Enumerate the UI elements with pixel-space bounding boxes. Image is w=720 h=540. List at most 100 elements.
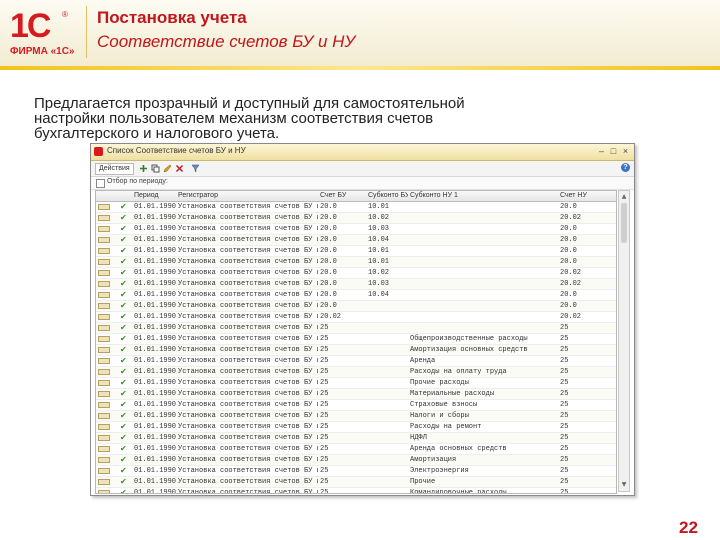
checkmark-icon: ✔ [120, 257, 127, 266]
column-header-account-bu[interactable]: Счет БУ [320, 191, 366, 201]
checkmark-icon: ✔ [120, 224, 127, 233]
cell-document: Установка соответствия счетов БУ и НУ [178, 379, 318, 387]
cell-subconto-nu: Командировочные расходы [410, 489, 507, 494]
cell-period: 01.01.1990 [134, 335, 176, 343]
cell-subconto-bu [368, 323, 408, 333]
cell-document: Установка соответствия счетов БУ и НУ [178, 434, 318, 442]
table-row[interactable]: ✔ 01.01.1990 Установка соответствия счетов… [96, 213, 616, 224]
cell-period: 01.01.1990 [134, 434, 176, 442]
cell-account-nu: 20.0 [560, 225, 577, 233]
table-row[interactable]: ✔ 01.01.1990 Установка соответствия счетов… [96, 301, 616, 312]
scroll-up-icon[interactable]: ▲ [620, 193, 628, 201]
cell-subconto-bu: 10.04 [368, 236, 390, 244]
cell-subconto-nu: Аренда [410, 357, 436, 365]
table-row[interactable]: ✔ 01.01.1990 Установка соответствия счетов… [96, 235, 616, 246]
cell-document: Установка соответствия счетов БУ и НУ [178, 390, 318, 398]
table-row[interactable]: ✔ 01.01.1990 Установка соответствия счетов… [96, 334, 616, 345]
table-row[interactable]: ✔ 01.01.1990 Установка соответствия счетов… [96, 411, 616, 422]
cell-account-nu: 25 [560, 489, 569, 494]
delete-icon[interactable] [175, 164, 184, 173]
cell-subconto-nu: Прочие расходы [410, 379, 469, 387]
table-row[interactable]: ✔ 01.01.1990 Установка соответствия счетов… [96, 444, 616, 455]
window-title: Список Соответствие счетов БУ и НУ [107, 146, 246, 155]
close-icon[interactable]: × [620, 146, 631, 157]
cell-subconto-nu [410, 279, 556, 289]
row-document-icon [98, 226, 110, 232]
table-row[interactable]: ✔ 01.01.1990 Установка соответствия счетов… [96, 268, 616, 279]
cell-subconto-bu [368, 367, 408, 377]
table-row[interactable]: ✔ 01.01.1990 Установка соответствия счетов… [96, 224, 616, 235]
window-titlebar[interactable]: Список Соответствие счетов БУ и НУ – □ × [91, 144, 634, 161]
table-row[interactable]: ✔ 01.01.1990 Установка соответствия счетов… [96, 477, 616, 488]
cell-account-bu: 25 [320, 368, 329, 376]
cell-account-bu: 20.02 [320, 313, 342, 321]
company-logo: 1С ® ФИРМА «1С» [10, 8, 80, 58]
edit-icon[interactable] [163, 164, 172, 173]
cell-document: Установка соответствия счетов БУ и НУ [178, 247, 318, 255]
column-header-document[interactable]: Регистратор [178, 191, 318, 201]
slide-subtitle: Соответствие счетов БУ и НУ [97, 32, 356, 51]
cell-period: 01.01.1990 [134, 236, 176, 244]
table-row[interactable]: ✔ 01.01.1990 Установка соответствия счетов… [96, 312, 616, 323]
help-icon[interactable]: ? [621, 163, 630, 172]
row-document-icon [98, 259, 110, 265]
actions-button[interactable]: Действия [95, 163, 134, 175]
table-row[interactable]: ✔ 01.01.1990 Установка соответствия счетов… [96, 323, 616, 334]
column-header-account-nu[interactable]: Счет НУ [560, 191, 610, 201]
table-row[interactable]: ✔ 01.01.1990 Установка соответствия счетов… [96, 356, 616, 367]
cell-subconto-bu [368, 455, 408, 465]
checkmark-icon: ✔ [120, 411, 127, 420]
table-row[interactable]: ✔ 01.01.1990 Установка соответствия счетов… [96, 433, 616, 444]
vertical-scrollbar[interactable]: ▲ ▼ [618, 190, 630, 492]
table-row[interactable]: ✔ 01.01.1990 Установка соответствия счетов… [96, 389, 616, 400]
column-header-subconto-nu[interactable]: Субконто НУ 1 [410, 191, 556, 201]
minimize-icon[interactable]: – [596, 146, 607, 157]
table-row[interactable]: ✔ 01.01.1990 Установка соответствия счетов… [96, 345, 616, 356]
table-row[interactable]: ✔ 01.01.1990 Установка соответствия счетов… [96, 367, 616, 378]
table-row[interactable]: ✔ 01.01.1990 Установка соответствия счетов… [96, 202, 616, 213]
records-table: Период Регистратор Счет БУ Субконто БУ 1… [95, 190, 617, 494]
table-row[interactable]: ✔ 01.01.1990 Установка соответствия счетов… [96, 290, 616, 301]
app-icon [94, 147, 103, 156]
scroll-down-icon[interactable]: ▼ [620, 481, 628, 489]
column-header-subconto-bu[interactable]: Субконто БУ 1 [368, 191, 408, 201]
checkmark-icon: ✔ [120, 356, 127, 365]
table-row[interactable]: ✔ 01.01.1990 Установка соответствия счетов… [96, 246, 616, 257]
header-divider [86, 6, 87, 58]
table-row[interactable]: ✔ 01.01.1990 Установка соответствия счетов… [96, 488, 616, 494]
period-filter-checkbox[interactable] [96, 179, 105, 188]
table-row[interactable]: ✔ 01.01.1990 Установка соответствия счетов… [96, 400, 616, 411]
scroll-thumb[interactable] [621, 203, 627, 243]
cell-subconto-nu: Расходы на ремонт [410, 423, 482, 431]
cell-account-nu: 25 [560, 368, 569, 376]
cell-account-bu: 20.0 [320, 280, 337, 288]
cell-subconto-nu [410, 257, 556, 267]
checkmark-icon: ✔ [120, 279, 127, 288]
table-row[interactable]: ✔ 01.01.1990 Установка соответствия счетов… [96, 466, 616, 477]
column-header-period[interactable]: Период [134, 191, 176, 201]
row-document-icon [98, 325, 110, 331]
cell-account-nu: 25 [560, 335, 569, 343]
table-row[interactable]: ✔ 01.01.1990 Установка соответствия счетов… [96, 455, 616, 466]
cell-account-nu: 25 [560, 412, 569, 420]
add-icon[interactable] [139, 164, 148, 173]
cell-account-nu: 20.0 [560, 302, 577, 310]
copy-icon[interactable] [151, 164, 160, 173]
table-row[interactable]: ✔ 01.01.1990 Установка соответствия счетов… [96, 422, 616, 433]
table-row[interactable]: ✔ 01.01.1990 Установка соответствия счетов… [96, 257, 616, 268]
cell-account-bu: 25 [320, 434, 329, 442]
table-row[interactable]: ✔ 01.01.1990 Установка соответствия счетов… [96, 279, 616, 290]
filter-icon[interactable] [191, 164, 200, 173]
cell-document: Установка соответствия счетов БУ и НУ [178, 302, 318, 310]
cell-subconto-bu [368, 312, 408, 322]
row-document-icon [98, 490, 110, 493]
logo-firm: ФИРМА «1С» [10, 46, 75, 57]
row-document-icon [98, 369, 110, 375]
cell-subconto-nu: Амортизация [410, 456, 457, 464]
checkmark-icon: ✔ [120, 378, 127, 387]
cell-account-bu: 20.0 [320, 291, 337, 299]
maximize-icon[interactable]: □ [608, 146, 619, 157]
table-row[interactable]: ✔ 01.01.1990 Установка соответствия счетов… [96, 378, 616, 389]
cell-account-nu: 20.0 [560, 203, 577, 211]
cell-account-bu: 20.0 [320, 247, 337, 255]
